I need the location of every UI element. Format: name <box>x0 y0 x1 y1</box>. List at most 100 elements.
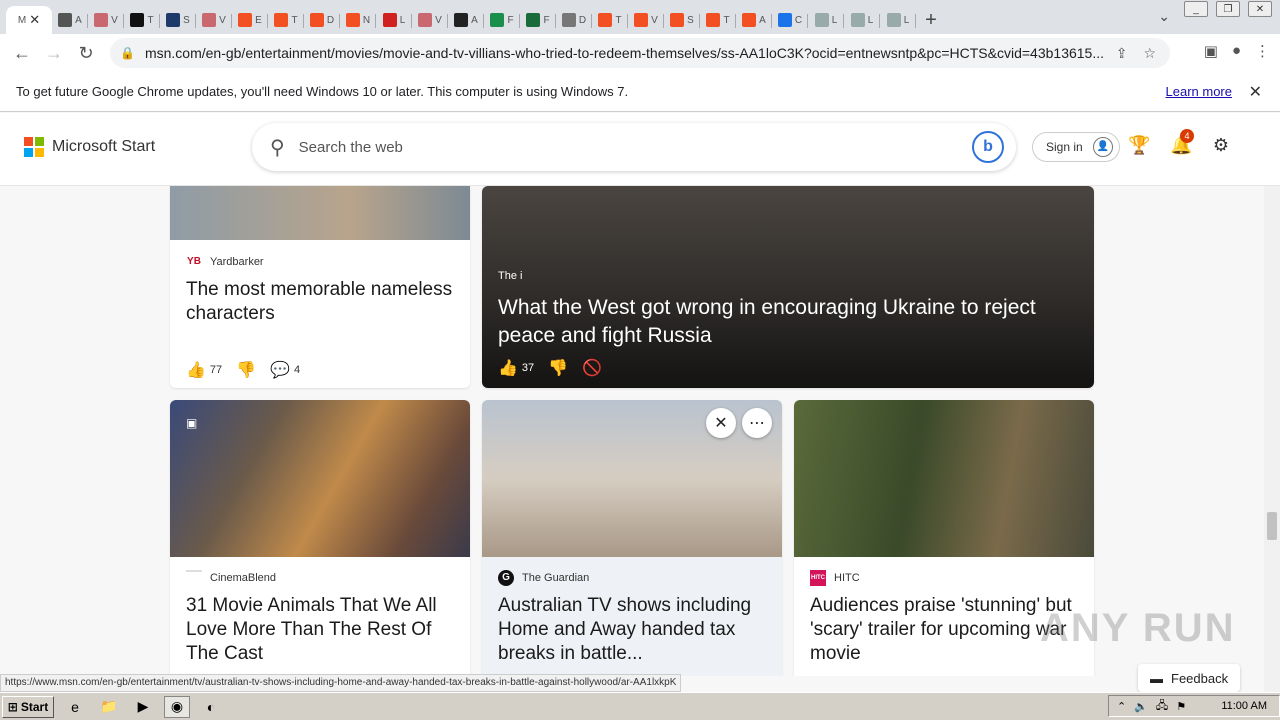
browser-tab[interactable]: A <box>736 6 772 34</box>
card-title[interactable]: What the West got wrong in encouraging U… <box>498 294 1078 350</box>
back-icon[interactable]: ← <box>6 43 38 64</box>
feedback-button[interactable]: ▬ Feedback <box>1138 664 1240 692</box>
tab-label: V <box>435 14 442 26</box>
share-icon[interactable]: ⇪ <box>1116 45 1128 62</box>
browser-tab[interactable]: V <box>88 6 124 34</box>
tab-favicon-icon <box>634 13 649 27</box>
tab-label: C <box>794 14 803 26</box>
browser-tab[interactable]: L <box>844 6 880 34</box>
browser-tab[interactable]: D <box>304 6 340 34</box>
comment-button[interactable]: 💬 4 <box>270 360 300 380</box>
forward-icon[interactable]: → <box>38 43 70 64</box>
settings-gear-icon[interactable]: ⚙ <box>1213 135 1229 156</box>
browser-tab[interactable]: V <box>628 6 664 34</box>
tab-label: V <box>111 14 118 26</box>
tab-label: F <box>507 14 514 26</box>
browser-tab[interactable]: S <box>664 6 700 34</box>
card-image[interactable] <box>794 400 1094 557</box>
learn-more-link[interactable]: Learn more <box>1166 84 1232 99</box>
browser-tab[interactable]: D <box>556 6 592 34</box>
side-panel-icon[interactable]: ▣ <box>1204 42 1218 60</box>
browser-tab[interactable]: A <box>52 6 88 34</box>
start-button[interactable]: ⊞ Start <box>2 695 54 718</box>
card-image[interactable] <box>170 400 470 557</box>
bookmark-star-icon[interactable]: ☆ <box>1143 45 1156 62</box>
like-button[interactable]: 👍 37 <box>498 358 534 378</box>
flag-icon[interactable]: ⚑ <box>1176 700 1186 713</box>
browser-tab[interactable]: L <box>880 6 916 34</box>
search-box[interactable]: ⚲ Search the web b <box>252 123 1016 171</box>
chrome-taskbar-icon[interactable]: ◉ <box>164 695 190 718</box>
page-scrollbar[interactable] <box>1264 186 1280 692</box>
card-title[interactable]: The most memorable nameless characters <box>186 278 454 326</box>
profile-icon[interactable]: ● <box>1232 42 1241 60</box>
like-count: 37 <box>521 362 535 374</box>
browser-tab[interactable]: A <box>448 6 484 34</box>
news-card[interactable]: YB Yardbarker The most memorable nameles… <box>170 186 470 388</box>
ie-taskbar-icon[interactable]: e <box>62 696 88 718</box>
rewards-trophy-icon[interactable]: 🏆 <box>1128 135 1150 156</box>
news-card[interactable]: ▣ CinemaBlend 31 Movie Animals That We A… <box>170 400 470 676</box>
dislike-button[interactable]: 👎 <box>236 360 256 380</box>
explorer-taskbar-icon[interactable]: 📁 <box>96 696 122 718</box>
bing-chat-icon[interactable]: b <box>972 131 1004 163</box>
like-button[interactable]: 👍 77 <box>186 360 222 380</box>
card-image[interactable] <box>170 186 470 240</box>
scrollbar-thumb[interactable] <box>1267 512 1277 540</box>
close-tab-icon[interactable]: ✕ <box>29 12 40 28</box>
browser-tab[interactable]: F <box>520 6 556 34</box>
tray-expand-icon[interactable]: ⌃ <box>1117 700 1126 713</box>
tab-active[interactable]: M ✕ <box>6 6 52 34</box>
clock[interactable]: 11:00 AM <box>1221 700 1267 712</box>
tab-search-icon[interactable]: ⌄ <box>1158 8 1170 25</box>
browser-tab[interactable]: L <box>376 6 412 34</box>
address-bar[interactable]: 🔒 msn.com/en-gb/entertainment/movies/mov… <box>110 38 1170 68</box>
new-tab-button[interactable]: + <box>916 6 946 34</box>
edge-taskbar-icon[interactable]: ◐ <box>198 696 224 718</box>
browser-tab[interactable]: T <box>268 6 304 34</box>
comments-off-icon: 🚫 <box>582 360 603 377</box>
browser-tab[interactable]: C <box>772 6 808 34</box>
tab-label: L <box>399 14 406 26</box>
menu-icon[interactable]: ⋮ <box>1255 42 1270 60</box>
browser-tab[interactable]: T <box>592 6 628 34</box>
browser-tab[interactable]: V <box>412 6 448 34</box>
network-icon[interactable]: 🖧 <box>1156 697 1168 716</box>
browser-tab[interactable]: E <box>232 6 268 34</box>
card-source: HITC HITC <box>810 570 860 586</box>
browser-tab[interactable]: N <box>340 6 376 34</box>
sign-in-button[interactable]: Sign in 👤 <box>1032 132 1120 162</box>
browser-tab[interactable]: T <box>124 6 160 34</box>
card-title[interactable]: Audiences praise 'stunning' but 'scary' … <box>810 594 1078 666</box>
minimize-button[interactable]: _ <box>1184 1 1208 17</box>
lock-icon[interactable]: 🔒 <box>120 46 135 60</box>
dislike-button[interactable]: 👎 <box>548 358 568 378</box>
browser-tab[interactable]: T <box>700 6 736 34</box>
tab-strip: M ✕ A V T S V E T D N L V A F F D T V S T A C L L L + ⌄ _ ❐ ✕ <box>0 0 1280 34</box>
card-image[interactable] <box>482 400 782 557</box>
news-card[interactable]: ✕ ⋯ G The Guardian Australian TV shows i… <box>482 400 782 676</box>
close-window-button[interactable]: ✕ <box>1248 1 1272 17</box>
browser-tab[interactable]: V <box>196 6 232 34</box>
card-title[interactable]: 31 Movie Animals That We All Love More T… <box>186 594 454 666</box>
media-player-taskbar-icon[interactable]: ▶ <box>130 696 156 718</box>
maximize-button[interactable]: ❐ <box>1216 1 1240 17</box>
close-infobar-icon[interactable]: ✕ <box>1249 82 1262 102</box>
reload-icon[interactable]: ↻ <box>70 43 102 64</box>
more-options-button[interactable]: ⋯ <box>742 408 772 438</box>
comments-off-button[interactable]: 🚫 <box>582 358 602 378</box>
volume-icon[interactable]: 🔈 <box>1134 700 1148 713</box>
dismiss-card-button[interactable]: ✕ <box>706 408 736 438</box>
windows-logo-icon: ⊞ <box>7 699 18 714</box>
browser-tab[interactable]: L <box>808 6 844 34</box>
microsoft-start-logo[interactable]: Microsoft Start <box>24 137 155 157</box>
source-name: The Guardian <box>522 572 590 584</box>
card-title[interactable]: Australian TV shows including Home and A… <box>498 594 766 666</box>
url-text[interactable]: msn.com/en-gb/entertainment/movies/movie… <box>145 45 1125 61</box>
hero-news-card[interactable]: The i What the West got wrong in encoura… <box>482 186 1094 388</box>
tab-favicon-icon <box>382 13 397 27</box>
source-logo: YB <box>187 256 201 267</box>
browser-tab[interactable]: F <box>484 6 520 34</box>
search-input[interactable]: Search the web <box>299 139 403 156</box>
browser-tab[interactable]: S <box>160 6 196 34</box>
